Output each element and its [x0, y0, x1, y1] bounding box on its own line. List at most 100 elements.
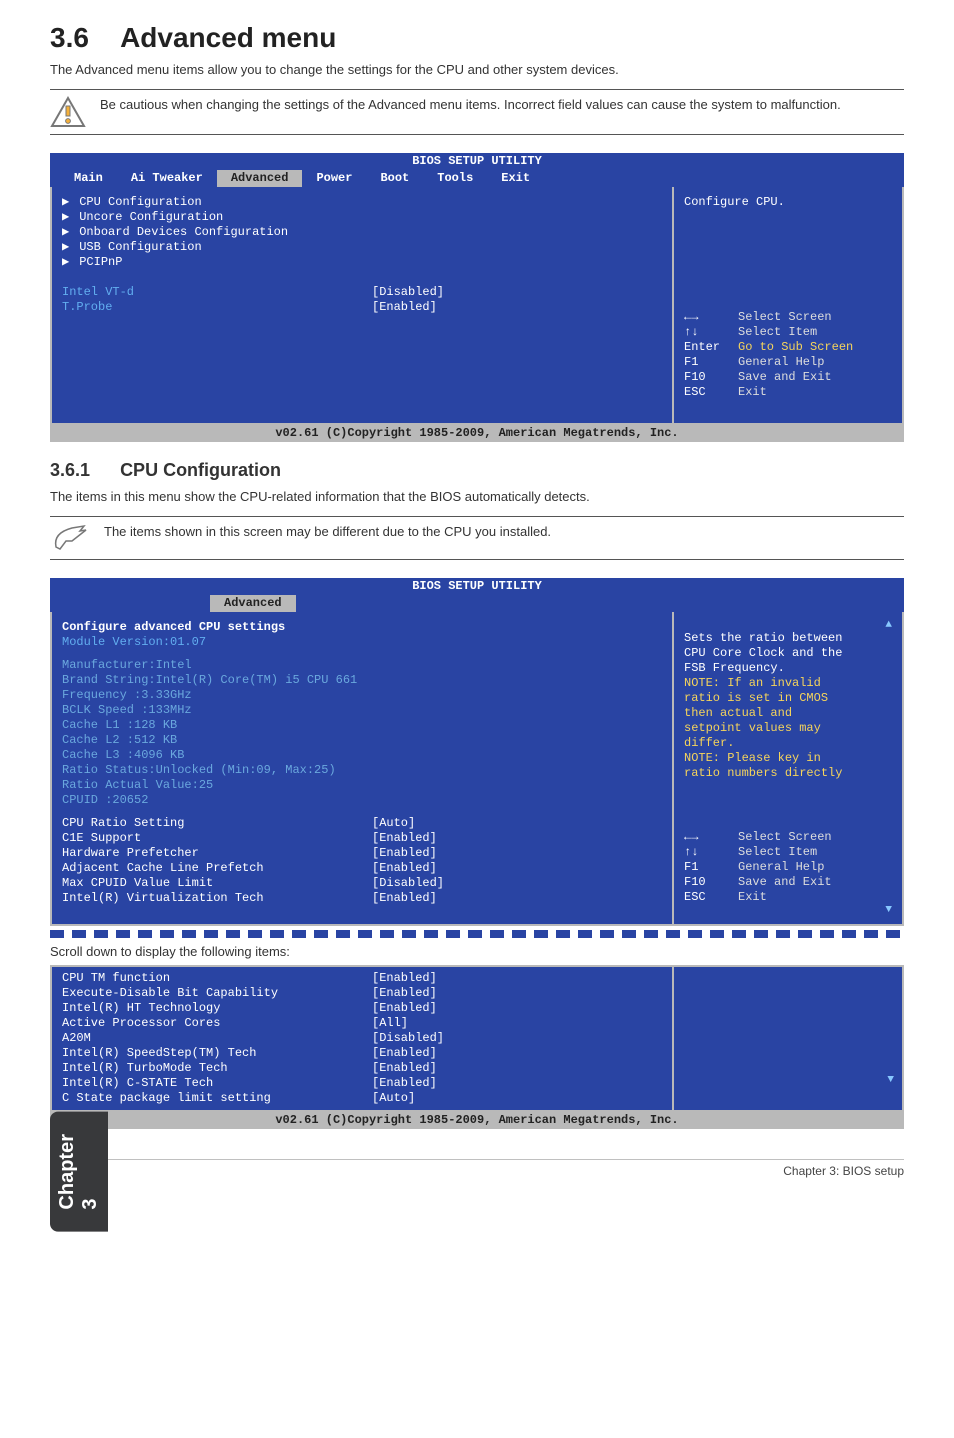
setting-cpu-tm[interactable]: CPU TM function[Enabled]: [62, 971, 662, 986]
setting-active-cores[interactable]: Active Processor Cores[All]: [62, 1016, 662, 1031]
menu-pcipnp[interactable]: ▶ PCIPnP: [62, 255, 662, 270]
key-desc: Select Screen: [738, 310, 832, 325]
key: ESC: [684, 385, 730, 400]
setting-virtualization[interactable]: Intel(R) Virtualization Tech[Enabled]: [62, 891, 662, 906]
cpu-config-heading: Configure advanced CPU settings: [62, 620, 662, 635]
cpu-info-block: Manufacturer:Intel Brand String:Intel(R)…: [62, 658, 662, 808]
bios-content-left: ▶ CPU Configuration ▶Uncore Configuration…: [52, 187, 672, 423]
setting-turbomode[interactable]: Intel(R) TurboMode Tech[Enabled]: [62, 1061, 662, 1076]
scroll-down-icon[interactable]: ▼: [684, 905, 892, 916]
tab-tools[interactable]: Tools: [423, 170, 487, 187]
submenu-icon: ▶: [62, 225, 69, 240]
key: F10: [684, 370, 730, 385]
bios-help-panel: ▲ Sets the ratio between CPU Core Clock …: [672, 612, 902, 924]
menu-cpu-configuration[interactable]: ▶ CPU Configuration: [62, 195, 662, 210]
setting-ht-tech[interactable]: Intel(R) HT Technology[Enabled]: [62, 1001, 662, 1016]
page-footer: 3-22 Chapter 3: BIOS setup: [50, 1159, 904, 1178]
setting-speedstep[interactable]: Intel(R) SpeedStep(TM) Tech[Enabled]: [62, 1046, 662, 1061]
subsection-heading: 3.6.1 CPU Configuration: [50, 460, 904, 481]
tab-exit[interactable]: Exit: [487, 170, 544, 187]
setting-cpu-ratio[interactable]: CPU Ratio Setting[Auto]: [62, 816, 662, 831]
setting-tprobe[interactable]: T.Probe[Enabled]: [62, 300, 662, 315]
subsection-title: CPU Configuration: [120, 460, 281, 480]
menu-label: PCIPnP: [79, 255, 122, 270]
setting-adjacent-prefetch[interactable]: Adjacent Cache Line Prefetch[Enabled]: [62, 861, 662, 876]
key-enter: Enter: [684, 340, 730, 355]
menu-label: CPU Configuration: [79, 195, 201, 210]
bios-content-left: Configure advanced CPU settings Module V…: [52, 612, 672, 924]
tab-main[interactable]: Main: [60, 170, 117, 187]
bios-copyright: v02.61 (C)Copyright 1985-2009, American …: [50, 1112, 904, 1129]
section-heading: 3.6 Advanced menu: [50, 22, 904, 54]
info-line: Cache L3 :4096 KB: [62, 748, 662, 763]
bios-screen-cpu-config-scroll: CPU TM function[Enabled] Execute-Disable…: [50, 965, 904, 1129]
menu-label: USB Configuration: [79, 240, 201, 255]
setting-execute-disable[interactable]: Execute-Disable Bit Capability[Enabled]: [62, 986, 662, 1001]
subsection-number: 3.6.1: [50, 460, 90, 480]
tab-advanced[interactable]: Advanced: [210, 595, 296, 612]
setting-intel-vtd[interactable]: Intel VT-d[Disabled]: [62, 285, 662, 300]
key-desc: Go to Sub Screen: [738, 340, 853, 355]
module-version: Module Version:01.07: [62, 635, 662, 650]
key: F1: [684, 355, 730, 370]
setting-hw-prefetcher[interactable]: Hardware Prefetcher[Enabled]: [62, 846, 662, 861]
key-legend: ←→Select Screen ↑↓Select Item EnterGo to…: [684, 310, 892, 415]
submenu-icon: ▶: [62, 195, 69, 210]
footer-chapter: Chapter 3: BIOS setup: [783, 1164, 904, 1178]
note-text: The items shown in this screen may be di…: [104, 523, 551, 541]
info-line: Cache L1 :128 KB: [62, 718, 662, 733]
menu-uncore[interactable]: ▶Uncore Configuration: [62, 210, 662, 225]
section-intro: The Advanced menu items allow you to cha…: [50, 62, 904, 79]
setting-value: [Enabled]: [372, 300, 437, 315]
submenu-icon: ▶: [62, 255, 69, 270]
menu-onboard-devices[interactable]: ▶Onboard Devices Configuration: [62, 225, 662, 240]
submenu-icon: ▶: [62, 240, 69, 255]
key-desc: Save and Exit: [738, 370, 832, 385]
info-line: Cache L2 :512 KB: [62, 733, 662, 748]
key: ←→: [684, 310, 730, 325]
tab-power[interactable]: Power: [302, 170, 366, 187]
tab-advanced[interactable]: Advanced: [217, 170, 303, 187]
bios-help-panel: ▼: [672, 967, 902, 1110]
note-icon: [50, 523, 90, 553]
info-line: Frequency :3.33GHz: [62, 688, 662, 703]
cpu-settings-list: CPU Ratio Setting[Auto] C1E Support[Enab…: [62, 816, 662, 906]
setting-max-cpuid[interactable]: Max CPUID Value Limit[Disabled]: [62, 876, 662, 891]
info-line: Brand String:Intel(R) Core(TM) i5 CPU 66…: [62, 673, 662, 688]
bios-help-panel: Configure CPU. ←→Select Screen ↑↓Select …: [672, 187, 902, 423]
caution-icon: [50, 96, 86, 128]
bios-screen-cpu-config: BIOS SETUP UTILITY Advanced Configure ad…: [50, 578, 904, 926]
section-number: 3.6: [50, 22, 89, 53]
key-desc: Exit: [738, 385, 767, 400]
help-text: Sets the ratio between CPU Core Clock an…: [684, 631, 892, 781]
menu-usb-configuration[interactable]: ▶ USB Configuration: [62, 240, 662, 255]
help-text: Configure CPU.: [684, 195, 892, 210]
caution-callout: Be cautious when changing the settings o…: [50, 89, 904, 135]
info-line: CPUID :20652: [62, 793, 662, 808]
scroll-note: Scroll down to display the following ite…: [50, 944, 904, 959]
key-desc: Select Item: [738, 325, 817, 340]
setting-cstate[interactable]: Intel(R) C-STATE Tech[Enabled]: [62, 1076, 662, 1091]
setting-c1e[interactable]: C1E Support[Enabled]: [62, 831, 662, 846]
bios-content-left: CPU TM function[Enabled] Execute-Disable…: [52, 967, 672, 1110]
bios-copyright: v02.61 (C)Copyright 1985-2009, American …: [50, 425, 904, 442]
setting-a20m[interactable]: A20M[Disabled]: [62, 1031, 662, 1046]
info-line: Manufacturer:Intel: [62, 658, 662, 673]
setting-cstate-package-limit[interactable]: C State package limit setting[Auto]: [62, 1091, 662, 1106]
tab-ai-tweaker[interactable]: Ai Tweaker: [117, 170, 217, 187]
bios-title: BIOS SETUP UTILITY: [50, 153, 904, 170]
scroll-down-icon[interactable]: ▼: [674, 971, 902, 1090]
bios-title: BIOS SETUP UTILITY: [50, 578, 904, 595]
setting-label: T.Probe: [62, 300, 372, 315]
scroll-up-icon[interactable]: ▲: [684, 620, 892, 631]
section-title: Advanced menu: [120, 22, 336, 53]
bios-screen-advanced-main: BIOS SETUP UTILITY Main Ai Tweaker Advan…: [50, 153, 904, 442]
setting-value: [Disabled]: [372, 285, 444, 300]
key-desc: General Help: [738, 355, 824, 370]
submenu-icon: ▶: [62, 210, 69, 225]
chapter-side-tab: Chapter 3: [50, 1112, 108, 1232]
setting-label: Intel VT-d: [62, 285, 372, 300]
key-legend: ←→Select Screen ↑↓Select Item F1General …: [684, 830, 892, 916]
info-line: Ratio Actual Value:25: [62, 778, 662, 793]
tab-boot[interactable]: Boot: [366, 170, 423, 187]
